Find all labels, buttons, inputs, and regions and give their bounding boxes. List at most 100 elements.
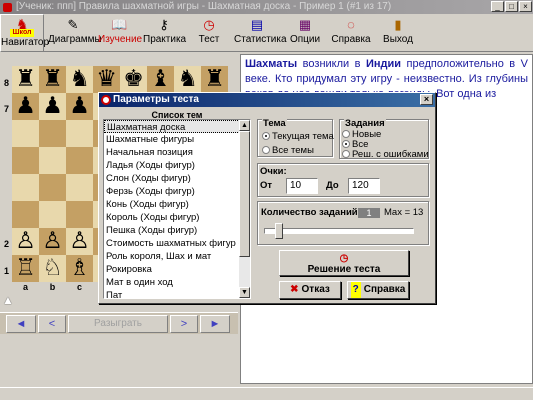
last-move-button[interactable]: ►: [200, 315, 230, 333]
topic-list-item[interactable]: Конь (Ходы фигур): [104, 198, 250, 211]
radio-icon: [342, 150, 350, 158]
topic-list-item[interactable]: Начальная позиция: [104, 146, 250, 159]
board-square[interactable]: [66, 201, 93, 228]
board-square[interactable]: ♛: [93, 66, 120, 93]
study-label: Изучение: [98, 34, 143, 45]
maximize-button[interactable]: □: [505, 1, 518, 12]
points-to-field[interactable]: 120: [348, 178, 380, 194]
board-square[interactable]: ♟: [12, 93, 39, 120]
options-icon: ▦: [298, 17, 312, 32]
board-square[interactable]: [12, 201, 39, 228]
test-parameters-dialog: Параметры теста × Список тем Шахматная д…: [98, 92, 436, 304]
board-square[interactable]: [39, 147, 66, 174]
options-button[interactable]: ▦ Опции: [288, 14, 322, 52]
minimize-button[interactable]: _: [491, 1, 504, 12]
board-square[interactable]: ♞: [174, 66, 201, 93]
help-button[interactable]: ◌ Справка: [330, 14, 372, 52]
dialog-close-button[interactable]: ×: [420, 94, 433, 105]
board-square[interactable]: [66, 174, 93, 201]
board-square[interactable]: ♚: [120, 66, 147, 93]
board-square[interactable]: ♘: [39, 255, 66, 282]
play-button[interactable]: Разыграть: [68, 315, 168, 333]
board-square[interactable]: [66, 120, 93, 147]
navigator-label: Навигатор: [1, 37, 50, 48]
topic-list-item[interactable]: Король (Ходы фигур): [104, 211, 250, 224]
board-square[interactable]: ♙: [12, 228, 39, 255]
scroll-down-icon[interactable]: ▼: [239, 287, 250, 298]
board-square[interactable]: [39, 120, 66, 147]
dialog-help-button[interactable]: ? Справка: [347, 281, 409, 299]
task-count-slider[interactable]: [264, 228, 414, 234]
board-square[interactable]: ♟: [66, 93, 93, 120]
scroll-thumb[interactable]: [239, 131, 250, 257]
tasks-option-errors[interactable]: Реш. с ошибками: [342, 150, 429, 160]
board-square[interactable]: ♟: [39, 93, 66, 120]
topic-list-item[interactable]: Шахматные фигуры: [104, 133, 250, 146]
topic-list-item[interactable]: Ладья (Ходы фигур): [104, 159, 250, 172]
practice-button[interactable]: ⚷ Практика: [143, 14, 186, 52]
lesson-keyword: Шахматы: [245, 58, 298, 70]
topic-list-item[interactable]: Пат: [104, 289, 250, 298]
status-bar: [0, 387, 533, 400]
board-square[interactable]: ♜: [201, 66, 228, 93]
topic-list-item[interactable]: Шахматная доска: [104, 120, 250, 133]
board-square[interactable]: [39, 201, 66, 228]
points-from-field[interactable]: 10: [286, 178, 318, 194]
test-button[interactable]: ◷ Тест: [196, 14, 222, 52]
task-count-group: Количество заданий 1 Max = 13: [257, 201, 429, 245]
prev-move-button[interactable]: <: [38, 315, 66, 333]
theme-group: Тема Текущая тема Все темы: [257, 119, 334, 157]
topic-list-item[interactable]: Слон (Ходы фигур): [104, 172, 250, 185]
navigator-button[interactable]: ♞ Школ Навигатор: [0, 14, 49, 52]
rank-label: 8: [3, 78, 9, 88]
board-square[interactable]: ♙: [66, 228, 93, 255]
topic-list-item[interactable]: Стоимость шахматных фигур (Ходы: [104, 237, 250, 250]
board-square[interactable]: ♗: [66, 255, 93, 282]
diagrams-button[interactable]: ✎ Диаграммы: [48, 14, 102, 52]
key-icon: ⚷: [159, 17, 169, 32]
next-move-button[interactable]: >: [170, 315, 198, 333]
window-title: [Ученик: ппп] Правила шахматной игры - Ш…: [16, 1, 392, 12]
topic-list[interactable]: Шахматная доска Шахматные фигуры Начальная…: [103, 119, 251, 299]
window-controls: _ □ ×: [491, 1, 532, 13]
board-square[interactable]: ♞: [66, 66, 93, 93]
study-button[interactable]: 📖 Изучение: [98, 14, 143, 52]
task-count-slider-thumb[interactable]: [275, 223, 284, 239]
close-window-button[interactable]: ×: [519, 1, 532, 12]
topic-list-item[interactable]: Рокировка: [104, 263, 250, 276]
scroll-up-icon[interactable]: ▲: [239, 120, 250, 131]
board-square[interactable]: ♝: [147, 66, 174, 93]
question-icon: ?: [350, 282, 361, 298]
board-square[interactable]: [12, 174, 39, 201]
main-toolbar: ♞ Школ Навигатор ✎ Диаграммы 📖 Изучение …: [0, 14, 533, 52]
board-square[interactable]: [12, 120, 39, 147]
topic-list-item[interactable]: Ферзь (Ходы фигур): [104, 185, 250, 198]
options-label: Опции: [289, 34, 321, 45]
solve-test-button[interactable]: ◷ Решение теста: [279, 250, 409, 276]
first-move-button[interactable]: ◄: [6, 315, 36, 333]
theme-option-current[interactable]: Текущая тема: [262, 132, 334, 142]
window-titlebar: [Ученик: ппп] Правила шахматной игры - Ш…: [0, 0, 533, 14]
board-square[interactable]: ♜: [39, 66, 66, 93]
file-label: c: [76, 282, 82, 292]
topic-list-item[interactable]: Пешка (Ходы фигур): [104, 224, 250, 237]
board-footer-area: [0, 335, 238, 389]
exit-button[interactable]: ▮ Выход: [383, 14, 413, 52]
exit-icon: ▮: [394, 17, 402, 32]
board-square[interactable]: [66, 147, 93, 174]
cancel-button[interactable]: ✖ Отказ: [279, 281, 341, 299]
board-square[interactable]: ♖: [12, 255, 39, 282]
topic-list-item[interactable]: Роль короля, Шах и мат: [104, 250, 250, 263]
rank-label: 7: [3, 104, 9, 114]
board-square[interactable]: ♜: [12, 66, 39, 93]
topic-list-item[interactable]: Мат в один ход: [104, 276, 250, 289]
theme-option-all[interactable]: Все темы: [262, 146, 314, 156]
rank-label: 1: [3, 266, 9, 276]
board-square[interactable]: [12, 147, 39, 174]
statistics-button[interactable]: ▤ Статистика: [234, 14, 287, 52]
topic-list-scrollbar[interactable]: ▲ ▼: [239, 120, 250, 298]
diagrams-label: Диаграммы: [48, 34, 102, 45]
board-square[interactable]: [39, 174, 66, 201]
board-square[interactable]: ♙: [39, 228, 66, 255]
points-group: Очки: От 10 До 120: [257, 163, 429, 197]
